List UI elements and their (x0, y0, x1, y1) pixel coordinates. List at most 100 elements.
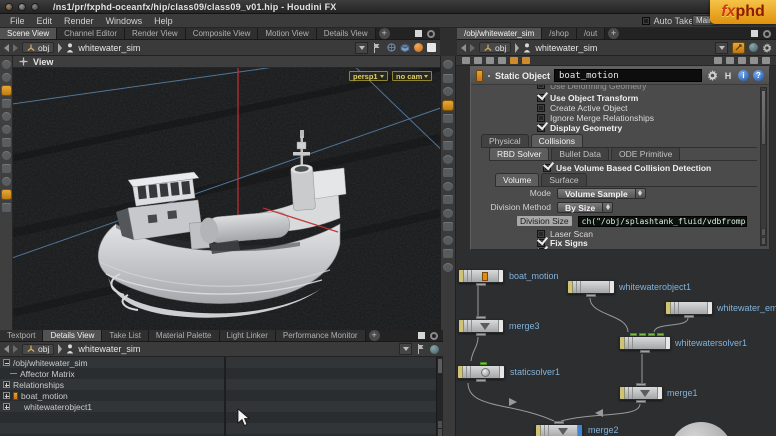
expand-icon[interactable] (3, 392, 10, 399)
tab-details-view[interactable]: Details View (317, 28, 376, 39)
scroll-up-icon[interactable] (761, 228, 766, 236)
checkbox-display-geometry[interactable] (537, 124, 545, 132)
misc-tool-icon[interactable] (2, 203, 11, 212)
camera-lock-icon[interactable] (443, 155, 453, 164)
path-root-chip[interactable]: obj (22, 344, 54, 355)
view-menu-label[interactable]: View (33, 57, 53, 67)
tab-details-view[interactable]: Details View (43, 330, 102, 341)
node-merge1[interactable] (619, 386, 663, 400)
add-tab-icon[interactable]: + (369, 330, 380, 341)
path-root-chip[interactable]: obj (22, 42, 54, 53)
camera-persp-badge[interactable]: persp1 (349, 71, 388, 81)
gear-icon[interactable] (706, 70, 718, 82)
nav-back-icon[interactable] (4, 44, 9, 52)
white-square-icon[interactable] (427, 43, 436, 52)
globe-icon[interactable] (430, 345, 439, 354)
nav-forward-icon[interactable] (13, 44, 18, 52)
input-flag[interactable] (639, 333, 646, 336)
network-editor[interactable]: boat_motion whitewaterobject1 whitewater… (457, 250, 776, 436)
normals-display-icon[interactable] (443, 128, 453, 137)
nav-forward-icon[interactable] (470, 44, 475, 52)
collapse-icon[interactable] (3, 359, 10, 366)
lighting-icon[interactable] (443, 101, 453, 110)
pane-maximize-icon[interactable] (415, 30, 422, 37)
flag-icon[interactable] (416, 344, 426, 354)
window-minimize-icon[interactable] (18, 3, 26, 11)
tab-ode-primitive[interactable]: ODE Primitive (611, 147, 680, 160)
node-flag-right[interactable] (657, 387, 662, 399)
checkbox-create-active[interactable] (537, 104, 545, 112)
pin-dot-icon[interactable] (487, 74, 491, 78)
network-nav-icon[interactable] (443, 222, 453, 231)
node-flag-right[interactable] (665, 337, 670, 349)
pin-panel-button[interactable] (732, 42, 745, 54)
node-input[interactable] (554, 421, 564, 424)
view-options-icon[interactable] (443, 182, 453, 191)
handles-tool-icon[interactable] (2, 73, 11, 82)
node-input[interactable] (636, 383, 646, 386)
brush-tool-icon[interactable] (2, 177, 11, 186)
node-output[interactable] (640, 350, 650, 353)
scroll-down-icon[interactable] (761, 237, 766, 245)
menu-help[interactable]: Help (148, 16, 179, 26)
param-tool-icon-3[interactable] (486, 57, 494, 64)
expand-icon[interactable] (3, 381, 10, 388)
checkbox-volume-based[interactable] (543, 164, 551, 172)
node-output[interactable] (476, 283, 486, 286)
path-dropdown[interactable] (715, 42, 728, 54)
tab-obj-whitewater-sim[interactable]: /obj/whitewater_sim (457, 28, 542, 39)
pan-tool-icon[interactable] (443, 236, 453, 245)
translate-tool-icon[interactable] (2, 86, 11, 95)
tab-physical[interactable]: Physical (481, 134, 529, 147)
tab-motion-view[interactable]: Motion View (258, 28, 316, 39)
home-view-icon[interactable] (443, 263, 453, 272)
gear-icon[interactable] (762, 43, 772, 53)
camera-none-badge[interactable]: no cam (392, 71, 432, 81)
division-method-select[interactable]: By Size (557, 202, 613, 213)
tab-textport[interactable]: Textport (0, 330, 43, 341)
scrollbar-thumb[interactable] (438, 359, 442, 373)
select-tool-icon[interactable] (2, 60, 11, 69)
flipbook-icon[interactable] (443, 209, 453, 218)
node-whitewaterobject1[interactable] (567, 280, 615, 294)
node-output[interactable] (586, 294, 596, 297)
grid-toggle-icon[interactable] (443, 141, 453, 150)
nav-forward-icon[interactable] (13, 345, 18, 353)
node-output[interactable] (476, 333, 486, 336)
path-node-name[interactable]: whitewater_sim (535, 43, 597, 53)
expand-icon[interactable] (3, 403, 10, 410)
flag-icon[interactable] (372, 43, 382, 53)
tab-performance-monitor[interactable]: Performance Monitor (276, 330, 366, 341)
window-close-icon[interactable] (5, 3, 13, 11)
checkbox-use-object-transform[interactable] (537, 94, 545, 102)
pane-menu-icon[interactable] (763, 30, 771, 38)
tab-render-view[interactable]: Render View (125, 28, 186, 39)
add-tab-icon[interactable]: + (608, 28, 619, 39)
node-name-field[interactable]: boat_motion (554, 69, 702, 82)
scroll-up-icon[interactable] (438, 421, 442, 428)
menu-windows[interactable]: Windows (100, 16, 149, 26)
node-flag-right[interactable] (498, 320, 503, 332)
param-tool-icon-7[interactable] (714, 57, 722, 64)
tab-bullet-data[interactable]: Bullet Data (551, 147, 609, 160)
group-list-icon[interactable] (443, 168, 453, 177)
scale-tool-icon[interactable] (2, 112, 11, 121)
stylus-icon[interactable] (443, 60, 453, 69)
node-merge2[interactable] (535, 424, 583, 436)
input-flag[interactable] (630, 333, 637, 336)
tab-material-palette[interactable]: Material Palette (149, 330, 220, 341)
details-scrollbar[interactable] (436, 357, 443, 436)
path-dropdown[interactable] (399, 343, 412, 355)
houdini-badge-icon[interactable]: H (722, 70, 734, 82)
input-flag[interactable] (480, 362, 487, 365)
param-tool-icon-2[interactable] (474, 57, 482, 64)
viewport-3d[interactable] (13, 68, 440, 330)
node-output[interactable] (684, 315, 694, 318)
scrollbar-thumb[interactable] (761, 90, 766, 145)
snapshot-icon[interactable] (443, 195, 453, 204)
help-icon[interactable]: ? (753, 70, 764, 81)
pane-maximize-icon[interactable] (418, 332, 425, 339)
param-tool-icon-8[interactable] (726, 57, 734, 64)
param-scrollbar[interactable] (760, 87, 767, 246)
input-flag[interactable] (648, 333, 655, 336)
